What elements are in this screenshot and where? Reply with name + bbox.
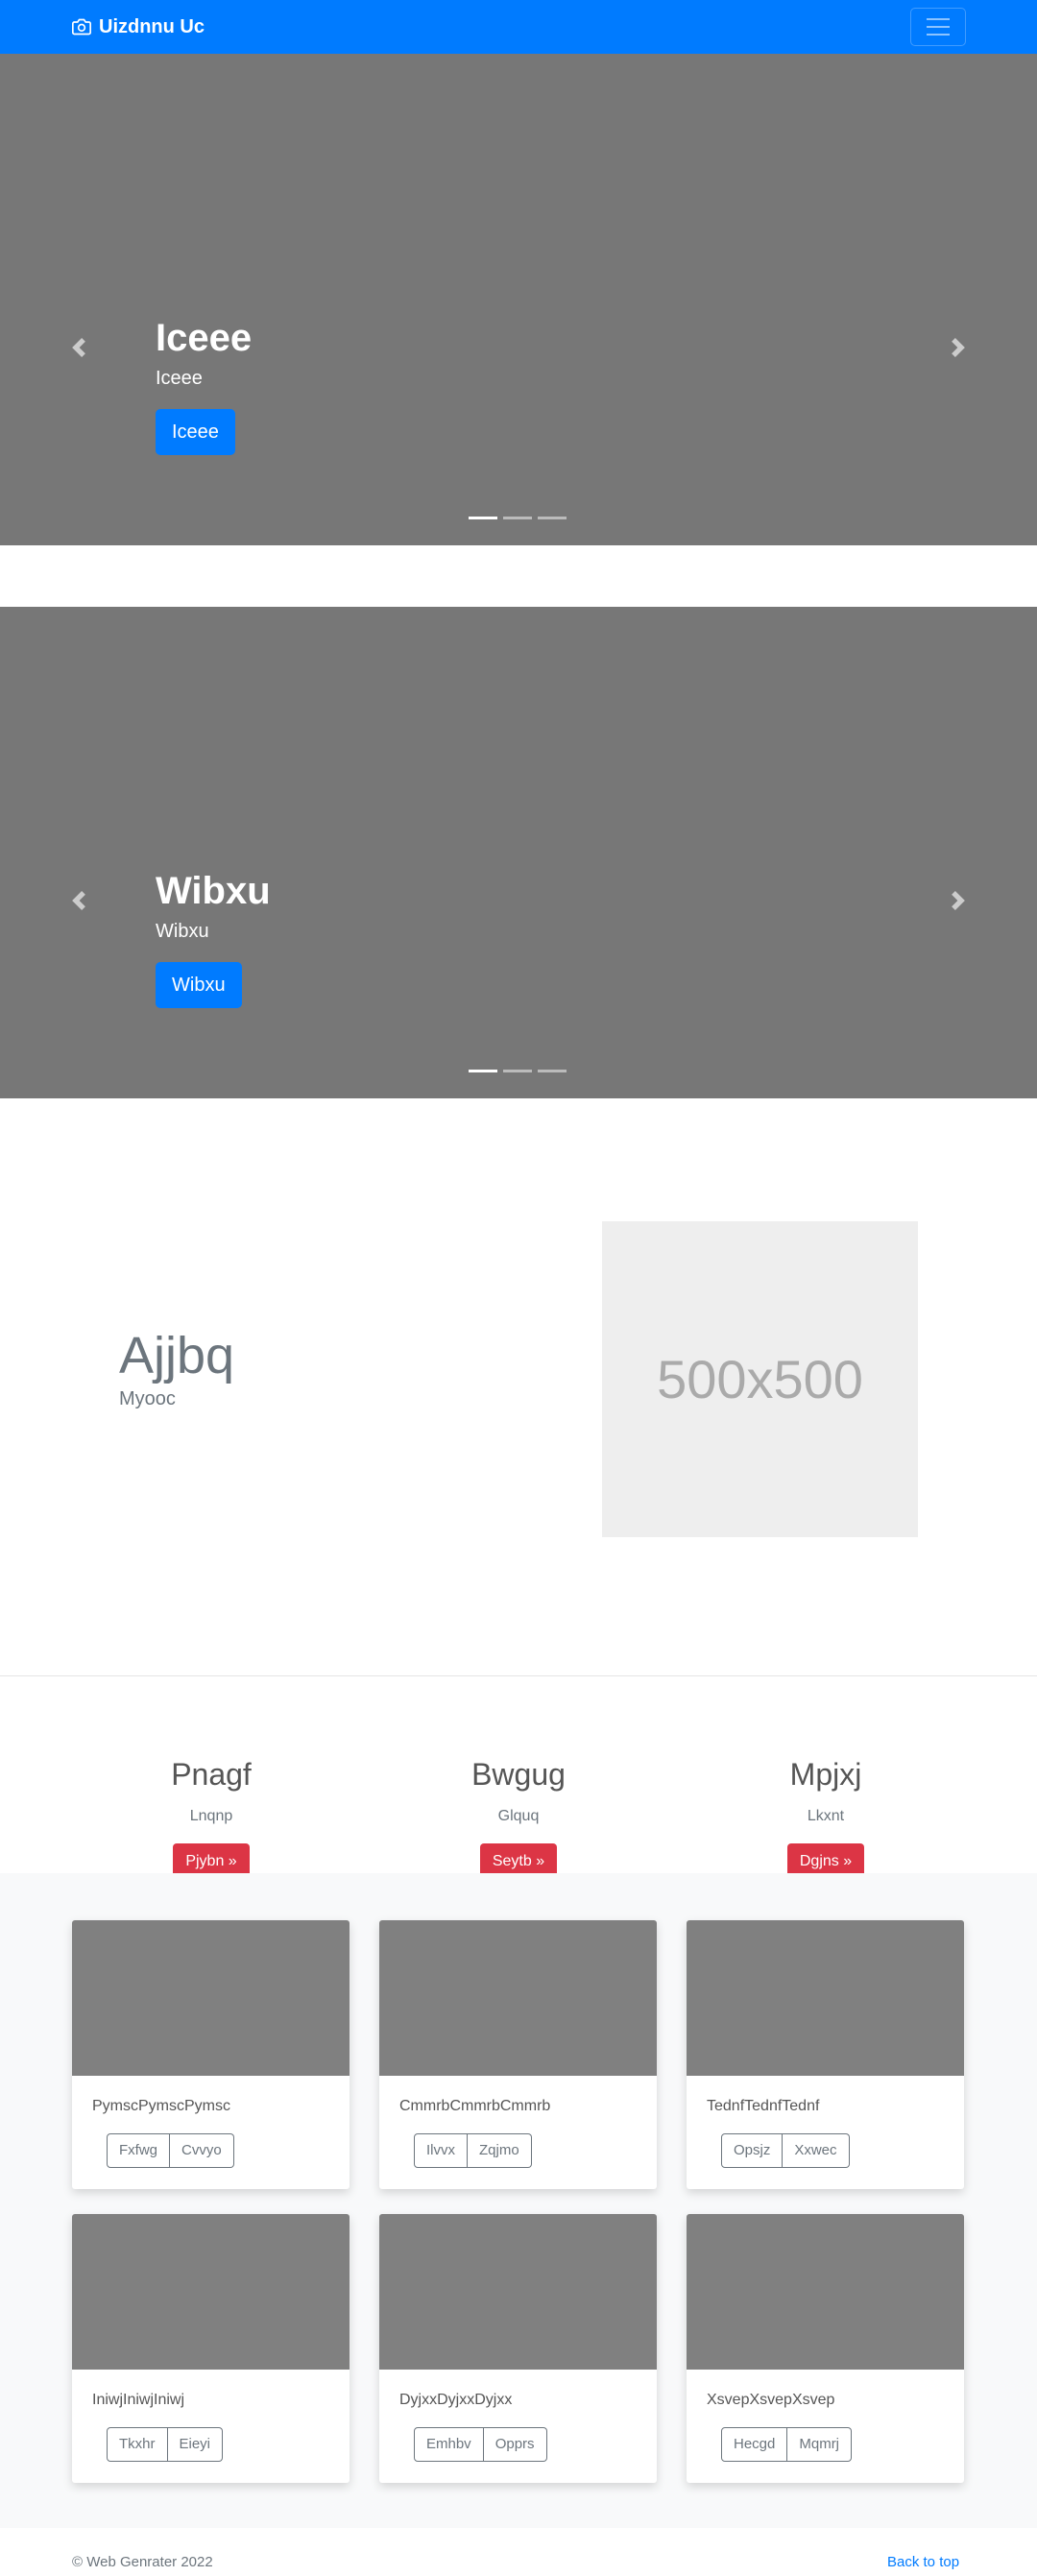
card-button[interactable]: Xxwec — [783, 2133, 850, 2168]
chevron-right-icon[interactable] — [949, 338, 968, 357]
column-heading: Bwgug — [471, 1757, 566, 1792]
carousel-indicator[interactable] — [538, 1070, 567, 1072]
carousel-caption: Wibxu Wibxu Wibxu — [156, 868, 271, 1008]
card-button-group: Fxfwg Cvvyo — [107, 2133, 234, 2168]
carousel-button[interactable]: Iceee — [156, 409, 235, 455]
carousel-indicator[interactable] — [503, 1070, 532, 1072]
card-image — [72, 2214, 350, 2370]
card-text: PymscPymscPymsc — [92, 2098, 230, 2114]
card-text: XsvepXsvepXsvep — [707, 2392, 835, 2408]
card-button-group: Ilvvx Zqjmo — [414, 2133, 532, 2168]
footer-copyright: © Web Genrater 2022 — [72, 2554, 213, 2570]
album-section: PymscPymscPymsc Fxfwg Cvvyo CmmrbCmmrbCm… — [0, 1873, 1037, 2528]
card-button[interactable]: Fxfwg — [107, 2133, 171, 2168]
card-button[interactable]: Opsjz — [721, 2133, 784, 2168]
card-button-group: Opsjz Xxwec — [721, 2133, 850, 2168]
carousel-title: Iceee — [156, 317, 253, 359]
card-button[interactable]: Cvvyo — [170, 2133, 234, 2168]
card-button[interactable]: Zqjmo — [468, 2133, 532, 2168]
card-button[interactable]: Emhbv — [414, 2427, 484, 2462]
album-card: DyjxxDyjxxDyjxx Emhbv Opprs — [379, 2214, 657, 2483]
card-button-group: Tkxhr Eieyi — [107, 2427, 224, 2462]
carousel-indicators — [469, 1070, 567, 1072]
placeholder-label: 500x500 — [657, 1349, 863, 1409]
navbar-toggler-button[interactable] — [910, 8, 966, 46]
album-card: XsvepXsvepXsvep Hecgd Mqmrj — [687, 2214, 964, 2483]
carousel-subtitle: Wibxu — [156, 921, 209, 942]
card-text: IniwjIniwjIniwj — [92, 2392, 185, 2408]
card-button[interactable]: Hecgd — [721, 2427, 788, 2462]
card-image — [379, 1920, 657, 2076]
hero-carousel-1: Iceee Iceee Iceee — [0, 54, 1037, 545]
carousel-subtitle: Iceee — [156, 368, 203, 389]
camera-icon — [72, 18, 91, 36]
column-text: Lnqnp — [189, 1808, 233, 1824]
section-divider — [0, 1675, 1037, 1676]
placeholder-image: 500x500 — [602, 1221, 918, 1537]
album-card: TednfTednfTednf Opsjz Xxwec — [687, 1920, 964, 2189]
back-to-top-link[interactable]: Back to top — [887, 2554, 959, 2570]
column-text: Lkxnt — [807, 1808, 845, 1824]
carousel-indicator[interactable] — [469, 517, 497, 519]
card-image — [687, 2214, 964, 2370]
column-text: Glquq — [497, 1808, 540, 1824]
carousel-indicator[interactable] — [469, 1070, 497, 1072]
chevron-left-icon[interactable] — [69, 891, 88, 910]
brand-name[interactable]: Uizdnnu Uc — [99, 16, 205, 38]
carousel-caption: Iceee Iceee Iceee — [156, 315, 252, 455]
column-heading: Mpjxj — [789, 1757, 862, 1792]
carousel-button[interactable]: Wibxu — [156, 962, 242, 1008]
card-button-group: Hecgd Mqmrj — [721, 2427, 853, 2462]
card-image — [379, 2214, 657, 2370]
card-button[interactable]: Opprs — [483, 2427, 547, 2462]
card-image — [687, 1920, 964, 2076]
album-card: CmmrbCmmrbCmmrb Ilvvx Zqjmo — [379, 1920, 657, 2189]
feature-heading: Ajjbq — [119, 1327, 235, 1384]
card-text: CmmrbCmmrbCmmrb — [399, 2098, 551, 2114]
carousel-indicators — [469, 517, 567, 519]
chevron-right-icon[interactable] — [949, 891, 968, 910]
card-button[interactable]: Tkxhr — [107, 2427, 168, 2462]
column-heading: Pnagf — [171, 1757, 252, 1792]
card-text: TednfTednfTednf — [707, 2098, 820, 2114]
carousel-indicator[interactable] — [503, 517, 532, 519]
card-image — [72, 1920, 350, 2076]
marketing-column: Mpjxj Lkxnt Dgjns » — [682, 1747, 970, 1880]
marketing-column: Bwgug Glquq Seytb » — [374, 1747, 663, 1880]
brand-link[interactable]: Uizdnnu Uc — [72, 15, 205, 38]
album-card: IniwjIniwjIniwj Tkxhr Eieyi — [72, 2214, 350, 2483]
marketing-column: Pnagf Lnqnp Pjybn » — [67, 1747, 355, 1880]
hero-carousel-2: Wibxu Wibxu Wibxu — [0, 607, 1037, 1098]
card-button[interactable]: Eieyi — [167, 2427, 224, 2462]
card-text: DyjxxDyjxxDyjxx — [399, 2392, 513, 2408]
carousel-title: Wibxu — [156, 870, 271, 912]
card-button[interactable]: Mqmrj — [787, 2427, 853, 2462]
album-card: PymscPymscPymsc Fxfwg Cvvyo — [72, 1920, 350, 2189]
card-button-group: Emhbv Opprs — [414, 2427, 547, 2462]
chevron-left-icon[interactable] — [69, 338, 88, 357]
carousel-indicator[interactable] — [538, 517, 567, 519]
navbar: Uizdnnu Uc — [0, 0, 1037, 54]
card-button[interactable]: Ilvvx — [414, 2133, 468, 2168]
hamburger-menu-icon — [927, 18, 950, 20]
feature-subheading: Myooc — [119, 1388, 176, 1409]
